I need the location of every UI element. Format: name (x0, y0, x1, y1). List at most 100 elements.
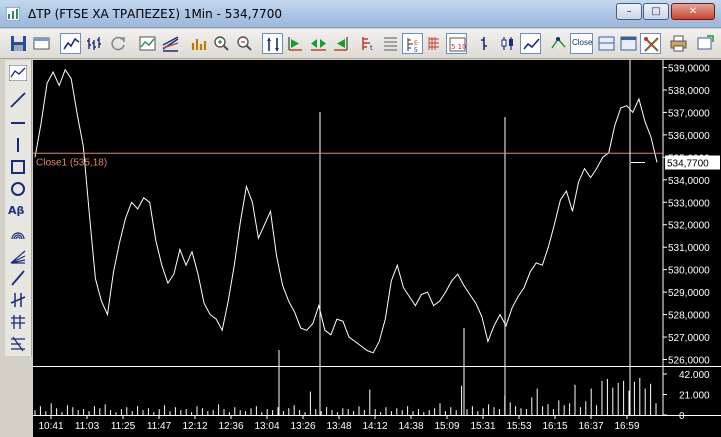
ray-tool[interactable] (7, 268, 29, 288)
scroll-both-button[interactable] (308, 33, 329, 54)
close-price-label: Close (572, 38, 593, 47)
tools-icon (644, 37, 659, 52)
grid-button[interactable] (380, 33, 401, 54)
price-tick-label: 528,0000 (668, 311, 710, 322)
ohlc-bars-icon (87, 37, 101, 50)
parallel-lines-tool[interactable] (7, 290, 29, 310)
time-tick-label: 16:15 (542, 421, 567, 432)
price-tick-label: 531,0000 (668, 243, 710, 254)
price-tick-label: 539,0000 (668, 64, 710, 75)
grid-layer (33, 60, 721, 416)
time-tick-label: 16:59 (614, 421, 639, 432)
time-tick-label: 10:41 (38, 421, 63, 432)
fit-vertical-icon (267, 38, 279, 51)
svg-text:5 10: 5 10 (451, 43, 466, 51)
time-tick-label: 14:38 (398, 421, 423, 432)
scroll-start-button[interactable] (285, 33, 306, 54)
minimize-button[interactable]: – (616, 3, 642, 20)
green-arrow-left-icon (334, 37, 348, 51)
channel-tool[interactable] (7, 334, 29, 354)
text-tool-label: Aβ (8, 204, 25, 217)
time-tick-label: 15:53 (506, 421, 531, 432)
time-tick-label: 12:36 (218, 421, 243, 432)
green-arrows-icon (311, 39, 326, 51)
data-window-button[interactable]: t (358, 33, 379, 54)
trend-button[interactable] (160, 33, 181, 54)
indicator-button[interactable] (137, 33, 158, 54)
time-tick-label: 15:31 (470, 421, 495, 432)
save-button[interactable] (8, 33, 29, 54)
split-horizontal-button[interactable] (596, 33, 617, 54)
chart-area[interactable]: Close1 (535,18) 539,0000 538,0000 537,0000… (33, 60, 721, 437)
price-tick-label: 533,0000 (668, 198, 710, 209)
fit-vertical-button[interactable] (262, 33, 283, 54)
split-vertical-button[interactable] (618, 33, 639, 54)
candlestick-button[interactable] (497, 33, 518, 54)
close-window-button[interactable]: ✕ (671, 3, 715, 20)
window-title: ΔΤΡ (FTSE ΧΑ ΤΡΑΠΕΖΕΣ) 1Min - 534,7700 (28, 7, 282, 21)
line-style-button[interactable] (520, 33, 541, 54)
properties-button[interactable] (31, 33, 52, 54)
price-tick-label: 529,0000 (668, 288, 710, 299)
chart-toolbar: t E5 5 10 Close (0, 29, 721, 59)
fan-lines-icon (10, 250, 26, 264)
line-style-icon (523, 38, 540, 50)
price-tick-label: 532,0000 (668, 221, 710, 232)
price-tick-label: 530,0000 (668, 266, 710, 277)
printer-icon (670, 35, 687, 52)
arc-tool[interactable] (7, 224, 29, 244)
time-tick-label: 13:26 (290, 421, 315, 432)
channel-lines-icon (11, 336, 25, 352)
fibonacci-tool[interactable] (7, 312, 29, 332)
trendline-tool[interactable] (7, 90, 29, 110)
time-tick-label: 12:12 (182, 421, 207, 432)
maximize-button[interactable]: □ (643, 3, 669, 20)
text-tool[interactable]: Aβ (7, 202, 29, 222)
time-tick-label: 15:09 (434, 421, 459, 432)
single-bar-icon (481, 37, 487, 50)
refresh-button[interactable] (108, 33, 129, 54)
time-tick-label: 11:03 (75, 421, 100, 432)
data-list-icon: t (362, 37, 373, 52)
refresh-icon (111, 36, 125, 51)
close-reference-label: Close1 (535,18) (36, 157, 107, 168)
window-panes-icon (620, 36, 637, 51)
price-tick-label: 536,0000 (668, 131, 710, 142)
time-tick-label: 13:04 (254, 421, 279, 432)
bar-chart-button[interactable] (84, 33, 105, 54)
mini-chart-icon (9, 65, 27, 81)
scale-icon: E5 (407, 38, 418, 53)
split-panes-icon (598, 36, 615, 51)
rectangle-tool[interactable] (7, 157, 29, 177)
export-button[interactable] (695, 33, 716, 54)
point-line-button[interactable] (548, 33, 569, 54)
grid-lines-icon (384, 37, 397, 51)
volume-button[interactable] (188, 33, 209, 54)
vertical-line-tool[interactable] (7, 135, 29, 155)
ellipse-tool[interactable] (7, 179, 29, 199)
price-tick-label: 537,0000 (668, 108, 710, 119)
parallel-lines-icon (10, 293, 26, 307)
zoom-in-button[interactable] (211, 33, 232, 54)
scale-10-button[interactable]: 5 10 (446, 33, 467, 54)
time-tick-label: 13:48 (326, 421, 351, 432)
close-price-button[interactable]: Close (570, 33, 593, 54)
floppy-disk-icon (11, 36, 26, 51)
scale-lines-button[interactable] (424, 33, 445, 54)
arcs-icon (11, 232, 25, 240)
horizontal-line-tool[interactable] (7, 113, 29, 133)
window-icon (33, 37, 50, 50)
line-chart-button[interactable] (60, 33, 81, 54)
price-volume-chart[interactable]: Close1 (535,18) 539,0000 538,0000 537,0000… (33, 60, 721, 437)
tools-button[interactable] (640, 33, 661, 54)
bar-style-button[interactable] (474, 33, 495, 54)
scroll-end-button[interactable] (330, 33, 351, 54)
zoom-out-button[interactable] (234, 33, 255, 54)
rectangle-icon (11, 160, 25, 174)
print-button[interactable] (668, 33, 689, 54)
scale-5-button[interactable]: E5 (402, 33, 423, 54)
fan-tool[interactable] (7, 246, 29, 266)
title-bar[interactable]: ΔΤΡ (FTSE ΧΑ ΤΡΑΠΕΖΕΣ) 1Min - 534,7700 –… (0, 0, 721, 28)
chart-type-tool[interactable] (7, 64, 29, 84)
green-arrow-right-icon (288, 37, 302, 51)
